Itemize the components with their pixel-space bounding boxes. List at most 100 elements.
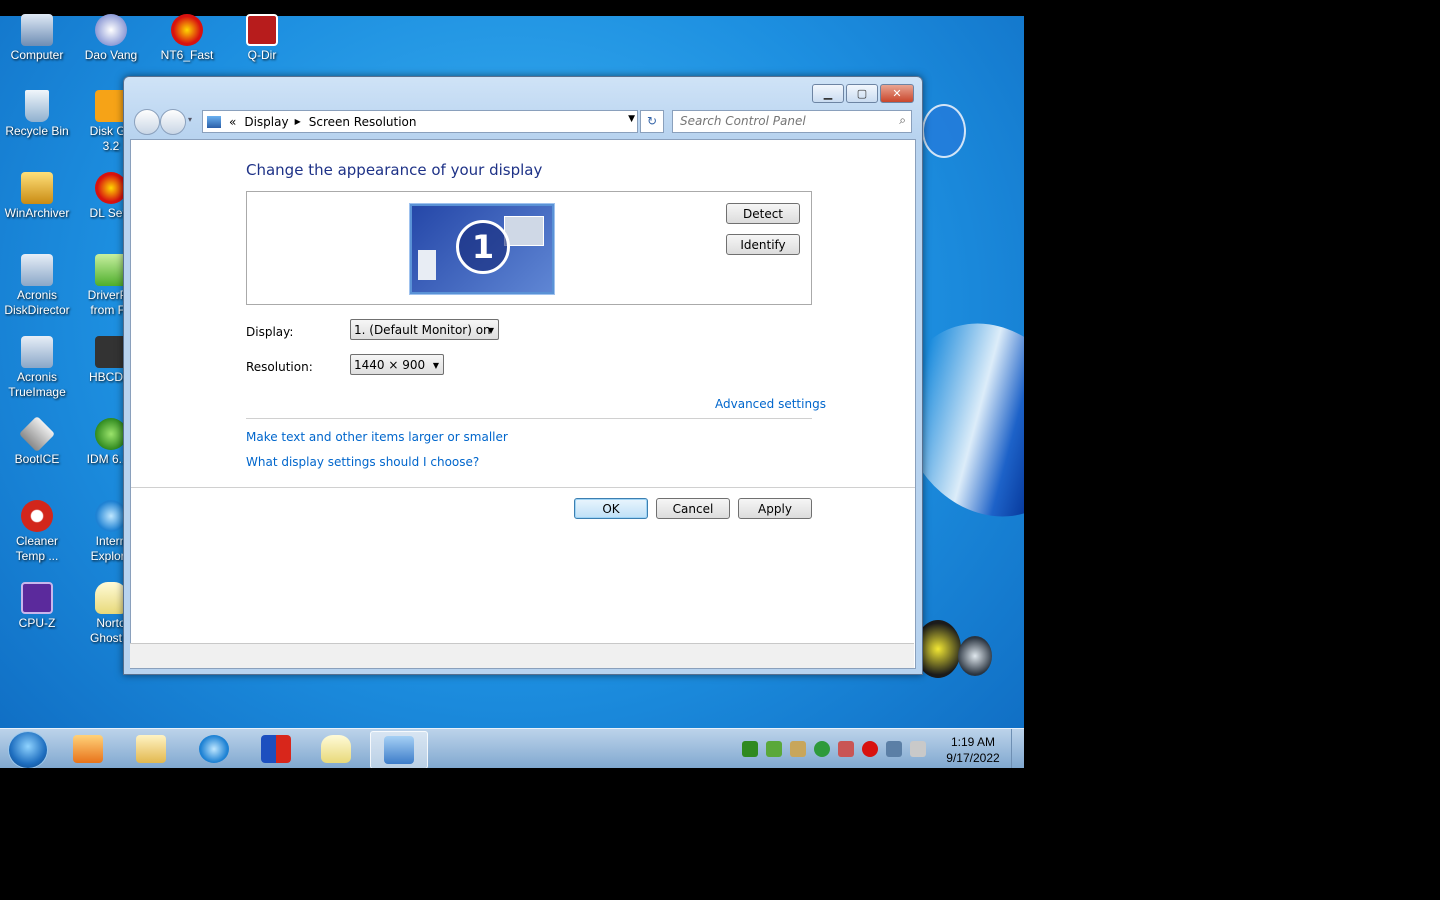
- acronis-diskdirector-icon: [21, 254, 53, 286]
- wallpaper-logo: [922, 104, 966, 158]
- desktop-icon-recycle-bin[interactable]: Recycle Bin: [0, 90, 74, 139]
- taskbar-media-player[interactable]: [60, 731, 116, 767]
- desktop-icon-computer[interactable]: Computer: [0, 14, 74, 63]
- desktop-icon-label: NT6_Fast: [160, 48, 214, 62]
- desktop-icon-label: Acronis: [16, 370, 57, 384]
- status-bar: [130, 643, 914, 668]
- taskbar: 1:19 AM 9/17/2022: [0, 728, 1024, 768]
- recycle-bin-icon: [25, 90, 49, 122]
- system-tray: [742, 741, 934, 757]
- desktop-icon-label: WinArchiver: [4, 206, 70, 220]
- minimize-icon: ▁: [823, 87, 833, 100]
- search-input[interactable]: [673, 111, 880, 130]
- cpu-z-icon: [21, 582, 53, 614]
- desktop-icon-acronis-diskdirector[interactable]: Acronis DiskDirector: [0, 254, 74, 318]
- media-player-icon: [73, 735, 103, 763]
- desktop-icon-q-dir[interactable]: Q-Dir: [225, 14, 299, 63]
- display-select[interactable]: 1. (Default Monitor) on ▼: [350, 319, 499, 340]
- search-icon[interactable]: ⌕: [899, 113, 906, 128]
- taskbar-ghost[interactable]: [308, 731, 364, 767]
- taskbar-internet-explorer[interactable]: [186, 731, 242, 767]
- tool-icon[interactable]: [838, 741, 854, 757]
- monitor-1-thumbnail[interactable]: 1: [410, 204, 554, 294]
- breadcrumb-overflow[interactable]: «: [229, 115, 236, 129]
- volume-muted-icon[interactable]: [910, 741, 926, 757]
- detect-button[interactable]: Detect: [726, 203, 800, 224]
- apply-button[interactable]: Apply: [738, 498, 812, 519]
- close-button[interactable]: ✕: [880, 84, 914, 103]
- monitor-sidebar-graphic: [418, 250, 436, 280]
- maximize-icon: ▢: [856, 87, 868, 100]
- close-icon: ✕: [892, 87, 902, 100]
- display-help-link[interactable]: What display settings should I choose?: [246, 455, 479, 469]
- chevron-down-icon: ▼: [487, 326, 494, 335]
- back-button[interactable]: [134, 109, 160, 135]
- desktop-icon-label: TrueImage: [8, 385, 66, 399]
- clock-time: 1:19 AM: [950, 735, 996, 749]
- desktop: Computer Dao Vang NT6_Fast Q-Dir Recycle…: [0, 0, 1024, 768]
- monitor-number: 1: [456, 220, 510, 274]
- taskbar-control-panel[interactable]: [370, 731, 428, 768]
- cancel-button[interactable]: Cancel: [656, 498, 730, 519]
- minimize-button[interactable]: ▁: [812, 84, 844, 103]
- display-label: Display:: [246, 325, 294, 339]
- star-icon[interactable]: [862, 741, 878, 757]
- refresh-button[interactable]: ↻: [640, 110, 664, 133]
- desktop-icon-label: Q-Dir: [247, 48, 277, 62]
- clock[interactable]: 1:19 AM 9/17/2022: [940, 734, 1006, 766]
- dao-vang-icon: [95, 14, 127, 46]
- forward-button[interactable]: [160, 109, 186, 135]
- identify-button[interactable]: Identify: [726, 234, 800, 255]
- clock-date: 9/17/2022: [946, 751, 1000, 765]
- network-icon[interactable]: [742, 741, 758, 757]
- display-tray-icon[interactable]: [886, 741, 902, 757]
- display-settings-icon: [384, 736, 414, 764]
- desktop-icon-dao-vang[interactable]: Dao Vang: [74, 14, 148, 63]
- chevron-down-icon: ▼: [432, 361, 439, 370]
- show-desktop-button[interactable]: [1011, 729, 1024, 768]
- computer-icon: [21, 14, 53, 46]
- divider: [246, 418, 812, 419]
- refresh-icon: ↻: [646, 114, 658, 128]
- desktop-icon-nt6-fast[interactable]: NT6_Fast: [150, 14, 224, 63]
- address-bar[interactable]: « Display ▶ Screen Resolution ▼: [202, 110, 638, 133]
- bootice-icon: [18, 415, 56, 453]
- caption-buttons: ▁ ▢ ✕: [810, 84, 914, 103]
- search-box: ⌕: [672, 110, 912, 133]
- text-size-link[interactable]: Make text and other items larger or smal…: [246, 430, 508, 444]
- desktop-icon-label: Dao Vang: [84, 48, 138, 62]
- advanced-settings-link[interactable]: Advanced settings: [715, 397, 826, 411]
- content-pane: Change the appearance of your display 1 …: [130, 139, 916, 669]
- play-icon[interactable]: [814, 741, 830, 757]
- nt6-fast-icon: [171, 14, 203, 46]
- desktop-icon-label: DiskDirector: [4, 303, 70, 317]
- address-dropdown-icon[interactable]: ▼: [628, 114, 635, 124]
- ok-button[interactable]: OK: [574, 498, 648, 519]
- recent-pages-chevron-icon[interactable]: ▾: [188, 115, 192, 124]
- acronis-trueimage-icon: [21, 336, 53, 368]
- security-icon[interactable]: [766, 741, 782, 757]
- desktop-icon-label: Recycle Bin: [5, 124, 69, 138]
- drive-icon[interactable]: [790, 741, 806, 757]
- breadcrumb-arrow-icon[interactable]: ▶: [295, 117, 301, 126]
- control-panel-icon: [207, 115, 221, 128]
- taskbar-unikey[interactable]: [248, 731, 304, 767]
- taskbar-explorer[interactable]: [123, 731, 179, 767]
- start-button[interactable]: [8, 731, 48, 768]
- desktop-icon-bootice[interactable]: BootICE: [0, 415, 74, 467]
- desktop-icon-cleaner[interactable]: Cleaner Temp ...: [0, 500, 74, 564]
- internet-explorer-icon: [199, 735, 229, 763]
- breadcrumb-screen-resolution[interactable]: Screen Resolution: [309, 115, 417, 129]
- maximize-button[interactable]: ▢: [846, 84, 878, 103]
- ghost-icon: [321, 735, 351, 763]
- breadcrumb-display[interactable]: Display: [244, 115, 288, 129]
- desktop-icon-cpu-z[interactable]: CPU-Z: [0, 582, 74, 631]
- desktop-icon-winarchiver[interactable]: WinArchiver: [0, 172, 74, 221]
- desktop-icon-acronis-trueimage[interactable]: Acronis TrueImage: [0, 336, 74, 400]
- resolution-select[interactable]: 1440 × 900 ▼: [350, 354, 444, 375]
- desktop-icon-label: Temp ...: [15, 549, 59, 563]
- winarchiver-icon: [21, 172, 53, 204]
- desktop-icon-label: BootICE: [14, 452, 60, 466]
- monitor-window-graphic: [504, 216, 544, 246]
- display-select-value: 1. (Default Monitor) on: [354, 323, 491, 337]
